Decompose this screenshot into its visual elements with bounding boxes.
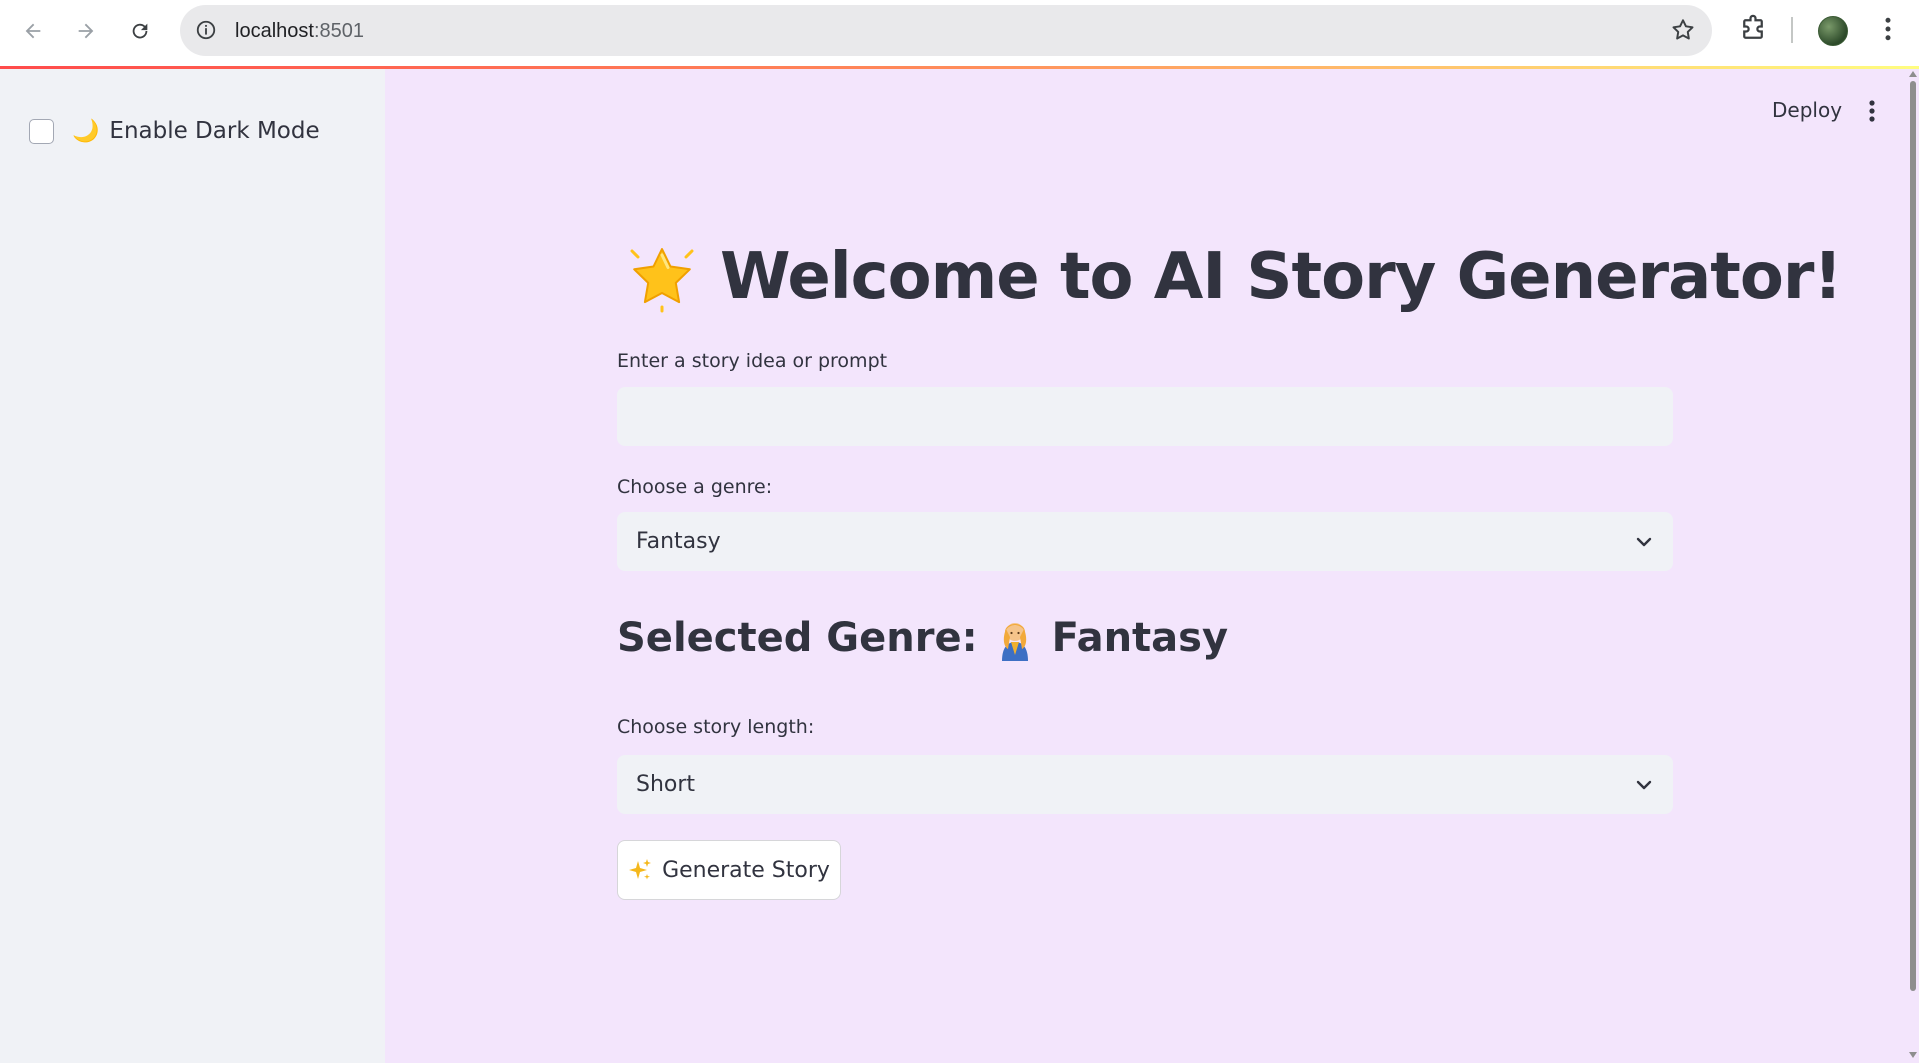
url-port: :8501 bbox=[313, 20, 364, 42]
dark-mode-checkbox[interactable] bbox=[29, 118, 54, 144]
sidebar bbox=[0, 69, 385, 1063]
scroll-thumb[interactable] bbox=[1910, 81, 1916, 991]
app-menu-icon[interactable] bbox=[1862, 98, 1882, 126]
chevron-down-icon bbox=[1636, 537, 1652, 547]
moon-icon: 🌙 bbox=[72, 118, 100, 143]
back-button[interactable] bbox=[14, 12, 52, 50]
main-scrollbar[interactable] bbox=[1908, 69, 1919, 1063]
title-text: Welcome to AI Story Generator! bbox=[720, 240, 1843, 314]
browser-menu-icon[interactable] bbox=[1873, 14, 1903, 44]
arrow-left-icon bbox=[25, 23, 41, 39]
bookmark-star-icon[interactable] bbox=[1670, 17, 1696, 43]
deploy-button[interactable]: Deploy bbox=[1772, 98, 1842, 122]
page-title: Welcome to AI Story Generator! bbox=[626, 240, 1843, 314]
generate-story-button[interactable]: Generate Story bbox=[617, 840, 841, 900]
profile-avatar[interactable] bbox=[1818, 16, 1848, 46]
selected-genre-heading: Selected Genre: Fantasy bbox=[617, 615, 1228, 661]
site-info-icon[interactable] bbox=[194, 18, 218, 42]
reload-icon bbox=[132, 23, 148, 39]
selected-genre-value: Fantasy bbox=[1051, 615, 1229, 661]
url-text: localhost:8501 bbox=[235, 20, 364, 43]
prompt-input[interactable] bbox=[617, 387, 1673, 446]
scroll-up-arrow[interactable] bbox=[1909, 71, 1917, 77]
arrow-right-icon bbox=[78, 23, 94, 39]
reload-button[interactable] bbox=[121, 12, 159, 50]
forward-button[interactable] bbox=[67, 12, 105, 50]
generate-story-label: Generate Story bbox=[662, 857, 830, 883]
sparkles-icon bbox=[629, 859, 652, 880]
toolbar-divider bbox=[1791, 17, 1793, 43]
length-label: Choose story length: bbox=[617, 716, 815, 738]
glowing-star-icon bbox=[630, 248, 694, 313]
mage-icon bbox=[1001, 623, 1028, 661]
genre-label: Choose a genre: bbox=[617, 476, 773, 498]
genre-select-value: Fantasy bbox=[636, 529, 721, 554]
dark-mode-label: Enable Dark Mode bbox=[109, 118, 320, 144]
browser-toolbar: localhost:8501 bbox=[0, 0, 1919, 66]
address-bar[interactable]: localhost:8501 bbox=[180, 5, 1712, 56]
length-select-value: Short bbox=[636, 772, 696, 797]
dark-mode-toggle[interactable]: 🌙 Enable Dark Mode bbox=[29, 118, 320, 144]
url-host: localhost bbox=[235, 20, 314, 42]
genre-select[interactable]: Fantasy bbox=[617, 512, 1673, 571]
chevron-down-icon bbox=[1636, 780, 1652, 790]
extensions-puzzle-icon[interactable] bbox=[1738, 14, 1768, 44]
selected-genre-prefix: Selected Genre: bbox=[617, 615, 978, 661]
length-select[interactable]: Short bbox=[617, 755, 1673, 814]
scroll-down-arrow[interactable] bbox=[1909, 1052, 1917, 1058]
prompt-label: Enter a story idea or prompt bbox=[617, 350, 888, 372]
